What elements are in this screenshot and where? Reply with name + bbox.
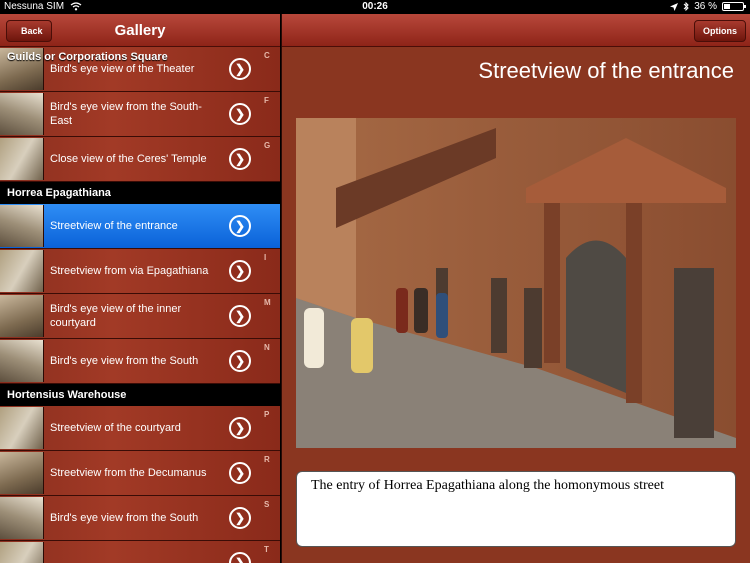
row-index-letter: I [264, 253, 267, 262]
disclosure-chevron-icon[interactable]: ❯ [229, 58, 251, 80]
disclosure-chevron-icon[interactable]: ❯ [229, 215, 251, 237]
gallery-title: Gallery [114, 22, 166, 39]
gallery-row[interactable]: Bird's eye view from the South ❯ N [0, 339, 280, 384]
streetview-illustration [296, 118, 736, 448]
disclosure-chevron-icon[interactable]: ❯ [229, 260, 251, 282]
row-thumbnail [0, 93, 44, 135]
disclosure-chevron-icon[interactable]: ❯ [229, 417, 251, 439]
row-thumbnail [0, 497, 44, 539]
disclosure-chevron-icon[interactable]: ❯ [229, 148, 251, 170]
disclosure-chevron-icon[interactable]: ❯ [229, 103, 251, 125]
gallery-panel: Back Gallery Bird's eye view of the Thea… [0, 14, 280, 563]
disclosure-chevron-icon[interactable]: ❯ [229, 552, 251, 563]
battery-icon [722, 2, 746, 11]
gallery-navbar: Back Gallery [0, 14, 280, 47]
streetview-image[interactable] [296, 118, 736, 448]
row-index-letter: S [264, 500, 270, 509]
row-index-letter: M [264, 298, 271, 307]
disclosure-chevron-icon[interactable]: ❯ [229, 350, 251, 372]
bluetooth-icon [683, 2, 689, 11]
gallery-row[interactable]: Bird's eye view of the Theater ❯ C Guilds o… [0, 47, 280, 92]
disclosure-chevron-icon[interactable]: ❯ [229, 305, 251, 327]
row-label: Close view of the Ceres' Temple [50, 153, 207, 165]
clock: 00:26 [362, 1, 388, 12]
location-arrow-icon [670, 2, 679, 11]
gallery-row[interactable]: Bird's eye view from the South-East ❯ F [0, 92, 280, 137]
gallery-row[interactable]: Bird's eye view of the inner courtyard ❯ M [0, 294, 280, 339]
row-label: Bird's eye view of the inner courtyard [50, 303, 182, 329]
row-index-letter: T [264, 545, 269, 554]
status-right: 36 % [670, 1, 746, 12]
gallery-row[interactable]: Streetview of the entrance ❯ [0, 204, 280, 249]
row-index-letter: N [264, 343, 270, 352]
section-header-overlay: Guilds or Corporations Square [7, 51, 168, 63]
gallery-list[interactable]: Bird's eye view of the Theater ❯ C Guilds o… [0, 47, 280, 563]
row-thumbnail [0, 138, 44, 180]
gallery-row[interactable]: Streetview from the Decumanus ❯ R [0, 451, 280, 496]
row-thumbnail [0, 250, 44, 292]
battery-percent: 36 % [694, 1, 717, 12]
disclosure-chevron-icon[interactable]: ❯ [229, 507, 251, 529]
gallery-row[interactable]: Bird's eye view from the South ❯ S [0, 496, 280, 541]
row-label: Streetview of the entrance [50, 220, 178, 232]
row-index-letter: C [264, 51, 270, 60]
row-label: Streetview from via Epagathiana [50, 265, 209, 277]
gallery-row[interactable]: ❯ T [0, 541, 280, 563]
row-label: Streetview from the Decumanus [50, 467, 207, 479]
detail-title: Streetview of the entrance [478, 58, 734, 83]
section-header: Hortensius Warehouse [0, 384, 280, 406]
row-label: Bird's eye view from the South [50, 355, 199, 367]
row-thumbnail [0, 205, 44, 247]
row-thumbnail [0, 340, 44, 382]
gallery-row[interactable]: Streetview from via Epagathiana ❯ I [0, 249, 280, 294]
detail-panel: Options Streetview of the entrance The e… [281, 14, 750, 563]
row-thumbnail [0, 542, 44, 563]
row-index-letter: F [264, 96, 269, 105]
row-index-letter: P [264, 410, 270, 419]
section-header: Horrea Epagathiana [0, 182, 280, 204]
row-thumbnail [0, 407, 44, 449]
detail-toolbar: Options [282, 14, 750, 47]
row-label: Streetview of the courtyard [50, 422, 181, 434]
image-caption: The entry of Horrea Epagathiana along th… [296, 471, 736, 547]
options-button[interactable]: Options [694, 20, 746, 42]
row-label [50, 541, 220, 563]
row-label: Bird's eye view from the South-East [50, 101, 202, 127]
row-index-letter: R [264, 455, 270, 464]
row-index-letter: G [264, 141, 271, 150]
gallery-row[interactable]: Close view of the Ceres' Temple ❯ G [0, 137, 280, 182]
disclosure-chevron-icon[interactable]: ❯ [229, 462, 251, 484]
gallery-row[interactable]: Streetview of the courtyard ❯ P [0, 406, 280, 451]
row-label: Bird's eye view from the South [50, 512, 199, 524]
row-thumbnail [0, 452, 44, 494]
row-thumbnail [0, 295, 44, 337]
status-bar: Nessuna SIM 00:26 36 % [0, 0, 750, 14]
